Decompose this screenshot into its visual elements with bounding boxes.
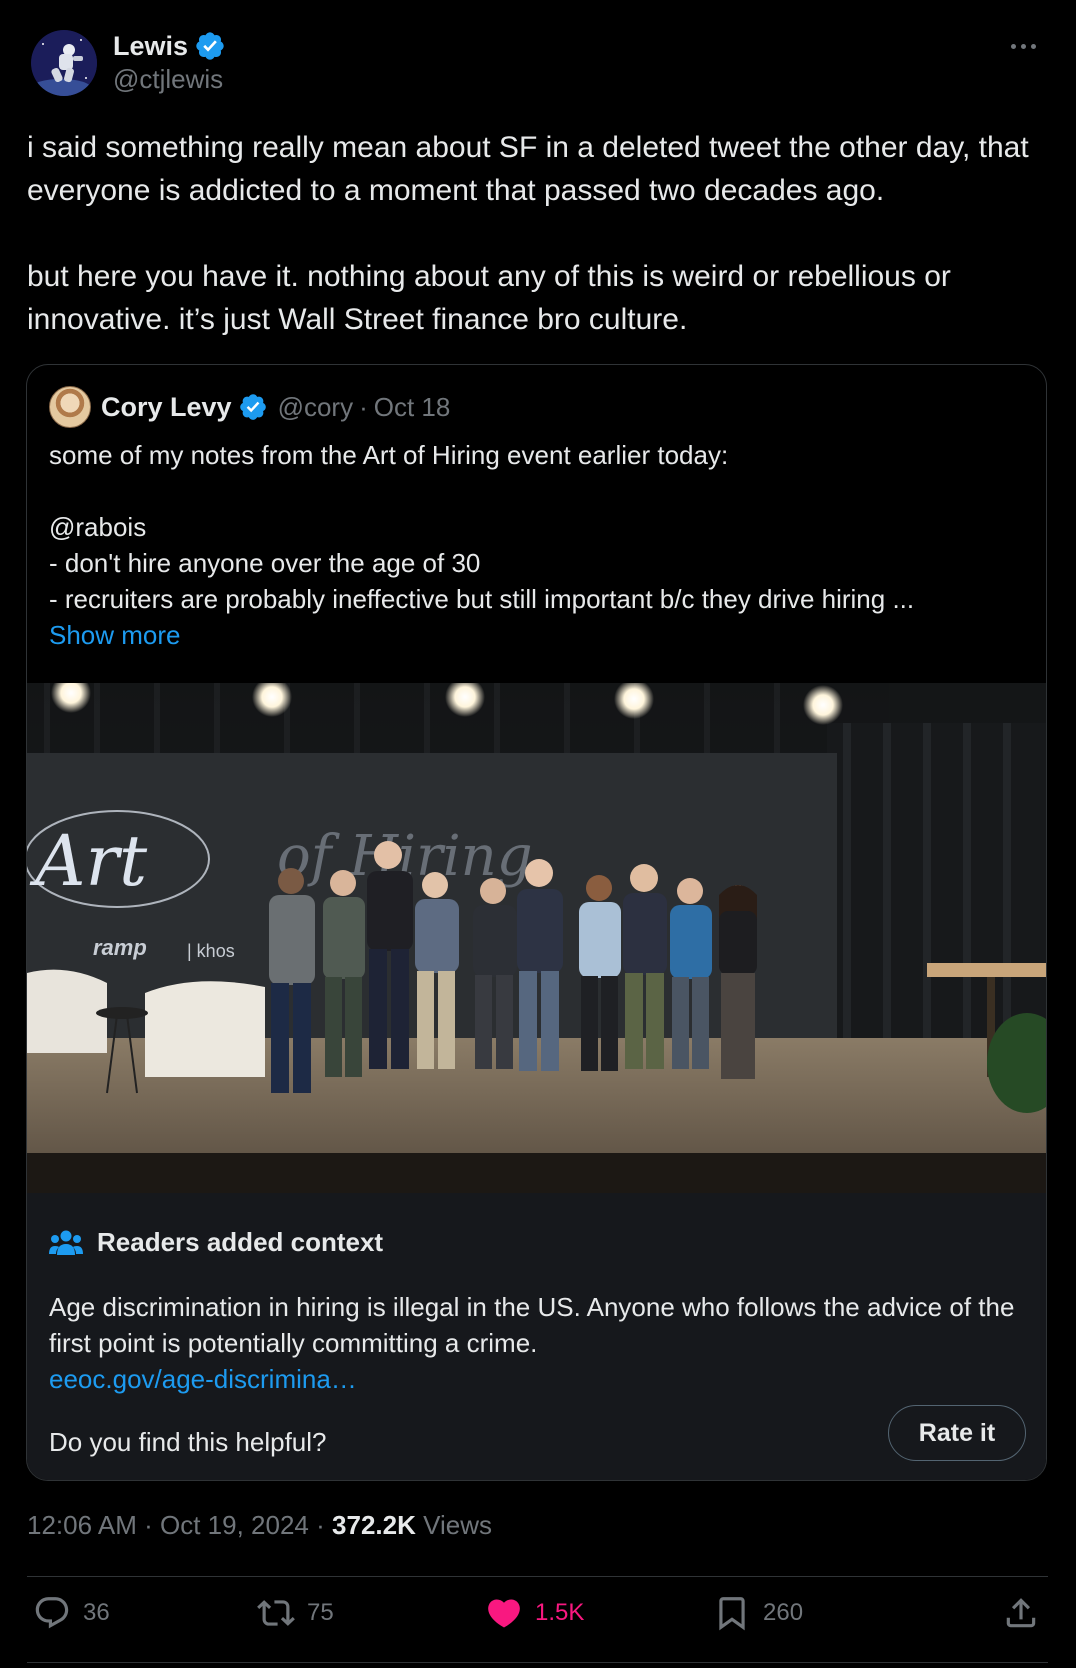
sponsor-text: ramp (93, 935, 147, 960)
quoted-tweet[interactable]: Cory Levy @cory · Oct 18 some of my note… (26, 364, 1047, 1481)
quoted-author-handle[interactable]: @cory (278, 392, 354, 423)
quoted-author-avatar[interactable] (49, 386, 91, 428)
author-name[interactable]: Lewis (113, 31, 188, 62)
tweet-paragraph: i said something really mean about SF in… (27, 131, 1029, 207)
like-button[interactable]: 1.5K (485, 1594, 584, 1632)
repost-count: 75 (307, 1599, 334, 1626)
divider (27, 1576, 1048, 1577)
quoted-tweet-header: Cory Levy @cory · Oct 18 (49, 386, 451, 428)
people-icon (49, 1230, 83, 1255)
community-notes-body: Age discrimination in hiring is illegal … (49, 1289, 1029, 1397)
share-button[interactable] (1002, 1594, 1040, 1632)
tweet-date[interactable]: Oct 19, 2024 (160, 1510, 309, 1540)
action-bar: 36 75 1.5K 260 (27, 1594, 1048, 1644)
helpful-question: Do you find this helpful? (49, 1427, 327, 1457)
reply-count: 36 (83, 1599, 110, 1626)
meta-separator: · (144, 1510, 153, 1540)
author-info: Lewis @ctjlewis (113, 28, 226, 95)
meta-separator: · (316, 1510, 325, 1540)
banner-art-text: Art (29, 820, 148, 902)
event-photo[interactable]: Art of Hiring ramp | khos (27, 683, 1046, 1193)
repost-icon (257, 1600, 295, 1626)
heart-icon (488, 1599, 520, 1628)
more-options-icon[interactable] (1003, 32, 1043, 60)
community-notes-heading: Readers added context (97, 1227, 384, 1257)
community-notes-link[interactable]: eeoc.gov/age-discrimina… (49, 1361, 1029, 1397)
quoted-tweet-date[interactable]: Oct 18 (374, 392, 451, 423)
quoted-tweet-text: some of my notes from the Art of Hiring … (49, 437, 1029, 653)
tweet-meta: 12:06 AM · Oct 19, 2024 · 372.2K Views (27, 1510, 492, 1541)
tweet-paragraph: but here you have it. nothing about any … (27, 260, 951, 336)
bookmark-icon (719, 1597, 745, 1631)
reply-button[interactable]: 36 (33, 1594, 110, 1632)
quoted-line: @rabois (49, 512, 147, 542)
views-count: 372.2K (332, 1510, 416, 1540)
repost-button[interactable]: 75 (257, 1594, 334, 1632)
quoted-line: - recruiters are probably ineffective bu… (49, 584, 915, 614)
like-count: 1.5K (535, 1599, 585, 1626)
reply-icon (35, 1597, 69, 1629)
divider (27, 1662, 1048, 1663)
rate-it-button[interactable]: Rate it (888, 1405, 1026, 1461)
meta-separator: · (359, 391, 368, 422)
community-notes-text: Age discrimination in hiring is illegal … (49, 1292, 1015, 1358)
tweet-header: Lewis @ctjlewis (27, 0, 1049, 110)
bookmark-button[interactable]: 260 (713, 1594, 803, 1632)
tweet-time[interactable]: 12:06 AM (27, 1510, 137, 1540)
community-notes-title: Readers added context (49, 1227, 383, 1258)
views-label: Views (423, 1510, 492, 1540)
quoted-line: some of my notes from the Art of Hiring … (49, 440, 729, 470)
tweet-text: i said something really mean about SF in… (27, 126, 1037, 341)
verified-badge-icon (239, 394, 266, 420)
share-icon (1006, 1598, 1036, 1628)
quoted-line: - don't hire anyone over the age of 30 (49, 548, 481, 578)
author-handle[interactable]: @ctjlewis (113, 64, 226, 95)
show-more-link[interactable]: Show more (49, 617, 1029, 653)
verified-badge-icon (196, 32, 224, 60)
author-avatar[interactable] (31, 30, 97, 96)
quoted-author-name[interactable]: Cory Levy (101, 392, 232, 423)
sponsor-text-2: | khos (187, 941, 235, 961)
bookmark-count: 260 (763, 1599, 804, 1626)
community-notes: Readers added context Age discrimination… (27, 1193, 1046, 1480)
